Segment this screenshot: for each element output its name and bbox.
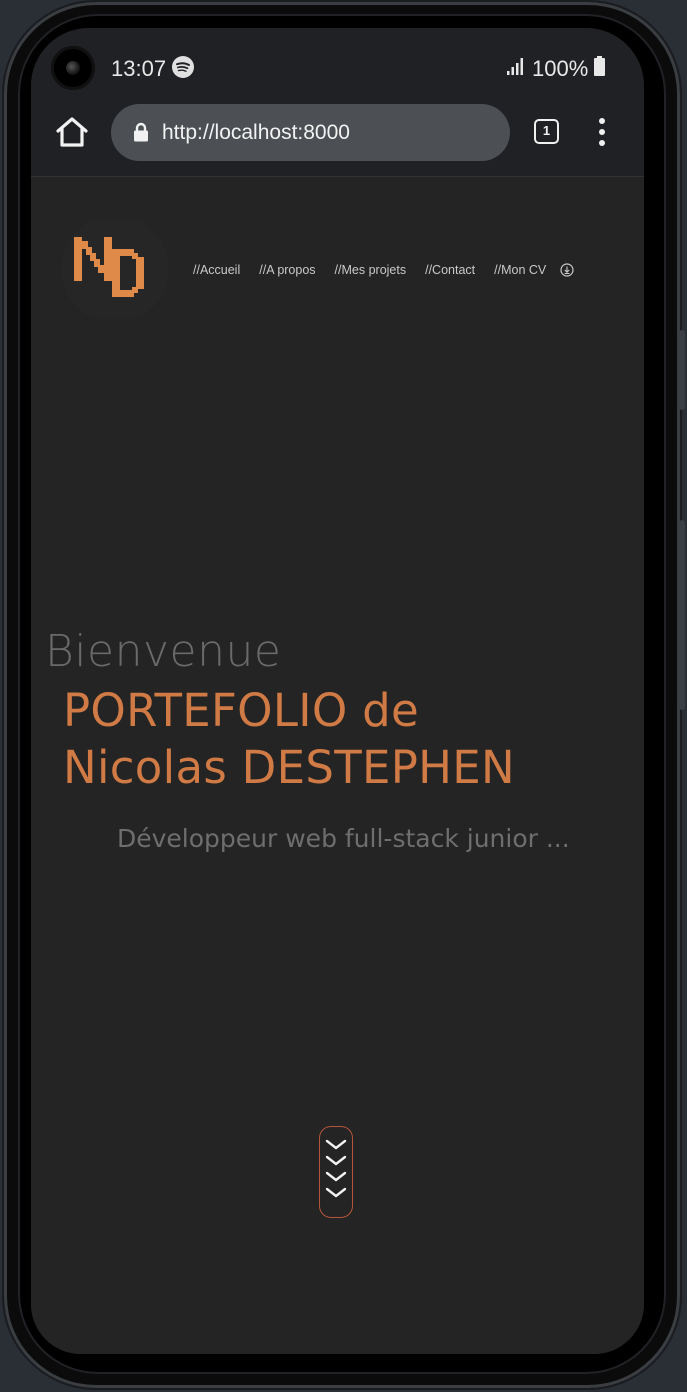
nav-accueil[interactable]: //Accueil xyxy=(193,263,240,277)
screen: 13:07 100% http://localhost:8000 1 //Acc… xyxy=(31,28,644,1354)
signal-icon xyxy=(507,58,523,75)
nav-mon-cv[interactable]: //Mon CV xyxy=(494,263,546,277)
tab-switcher-button[interactable]: 1 xyxy=(534,119,559,144)
chevrons-down-icon xyxy=(325,1139,347,1198)
home-icon[interactable] xyxy=(55,116,89,148)
hero-title-line2: Nicolas DESTEPHEN xyxy=(63,741,516,794)
lock-icon xyxy=(134,122,148,142)
status-time: 13:07 xyxy=(111,56,167,81)
hero-title: PORTEFOLIO de Nicolas DESTEPHEN xyxy=(63,682,515,796)
battery-icon xyxy=(594,56,605,76)
nav-mes-projets[interactable]: //Mes projets xyxy=(335,263,407,277)
hero-title-line1: PORTEFOLIO de xyxy=(63,684,419,737)
web-page: //Accueil //A propos //Mes projets //Con… xyxy=(31,177,644,1354)
site-logo[interactable] xyxy=(60,219,170,319)
hero-greeting: Bienvenue xyxy=(45,626,282,677)
nav-contact[interactable]: //Contact xyxy=(425,263,475,277)
url-bar[interactable]: http://localhost:8000 xyxy=(111,104,510,161)
power-button xyxy=(679,520,685,710)
hero-subtitle: Développeur web full-stack junior ... xyxy=(117,824,570,853)
scroll-down-button[interactable] xyxy=(319,1126,353,1218)
main-nav: //Accueil //A propos //Mes projets //Con… xyxy=(193,263,574,277)
battery-percentage: 100% xyxy=(532,56,589,81)
url-text: http://localhost:8000 xyxy=(162,121,350,144)
camera xyxy=(51,46,95,90)
spotify-icon xyxy=(172,56,194,78)
more-vert-icon[interactable] xyxy=(593,118,611,148)
nav-a-propos[interactable]: //A propos xyxy=(259,263,315,277)
browser-chrome: 13:07 100% http://localhost:8000 1 xyxy=(31,28,644,177)
download-icon[interactable] xyxy=(560,263,574,277)
volume-button xyxy=(679,330,685,410)
status-bar: 13:07 100% xyxy=(31,28,644,104)
